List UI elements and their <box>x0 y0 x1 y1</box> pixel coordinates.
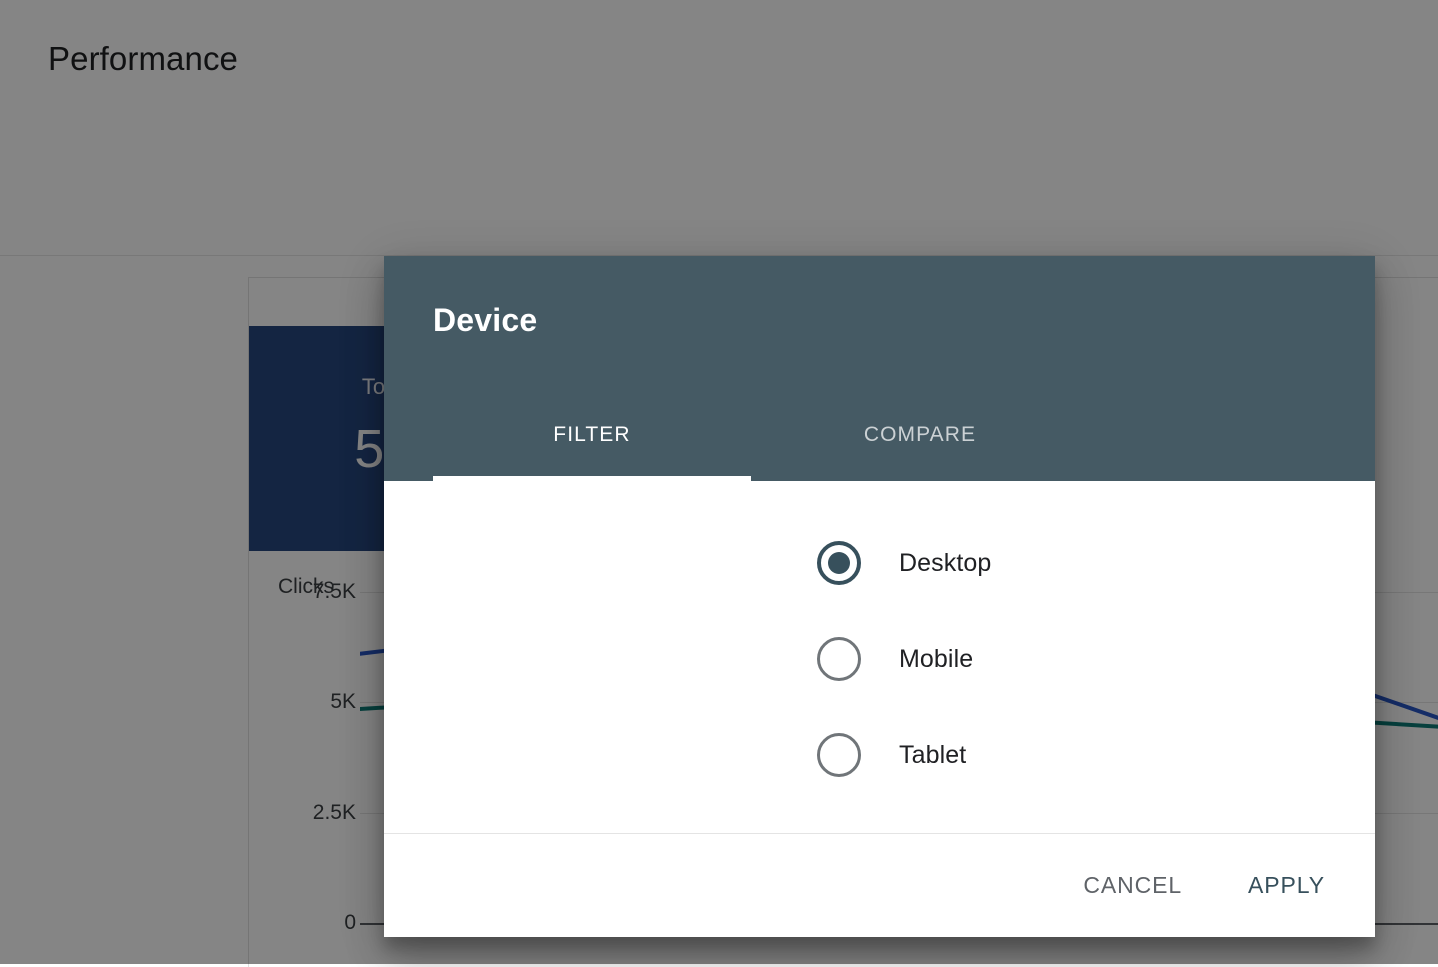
radio-option-mobile[interactable]: Mobile <box>384 611 1375 707</box>
radio-option-label: Mobile <box>899 645 973 674</box>
radio-icon <box>817 637 861 681</box>
tab-compare-label: COMPARE <box>864 423 976 447</box>
tab-filter-label: FILTER <box>553 423 630 447</box>
dialog-header: Device FILTER COMPARE <box>384 256 1375 481</box>
dialog-footer: CANCEL APPLY <box>384 833 1375 937</box>
radio-icon <box>817 541 861 585</box>
device-filter-dialog: Device FILTER COMPARE Desktop Mobile Tab… <box>384 256 1375 937</box>
tab-active-indicator <box>433 476 751 481</box>
dialog-title: Device <box>433 302 537 339</box>
tab-filter[interactable]: FILTER <box>433 389 751 481</box>
apply-button[interactable]: APPLY <box>1230 860 1343 911</box>
radio-icon <box>817 733 861 777</box>
radio-option-label: Desktop <box>899 549 991 578</box>
dialog-tab-row: FILTER COMPARE <box>384 389 1375 481</box>
cancel-button[interactable]: CANCEL <box>1065 860 1200 911</box>
radio-option-tablet[interactable]: Tablet <box>384 707 1375 803</box>
dialog-body: Desktop Mobile Tablet <box>384 481 1375 833</box>
tab-compare[interactable]: COMPARE <box>761 389 1079 481</box>
radio-option-label: Tablet <box>899 741 966 770</box>
radio-option-desktop[interactable]: Desktop <box>384 515 1375 611</box>
